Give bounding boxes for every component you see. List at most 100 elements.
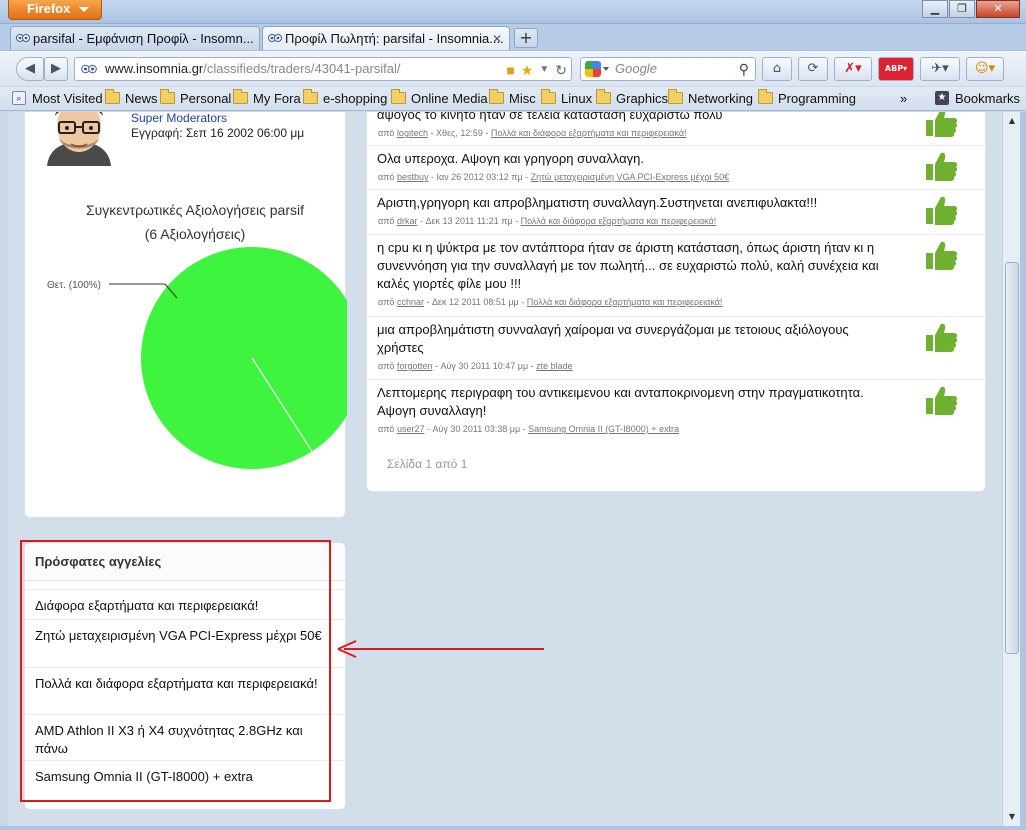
new-tab-button[interactable]: + xyxy=(514,28,538,48)
review-user-link[interactable]: forgotten xyxy=(397,361,433,371)
recent-ad-link[interactable]: Ζητώ μεταχειρισμένη VGA PCI-Express μέχρ… xyxy=(25,619,345,667)
pie-slice-label: Θετ. (100%) xyxy=(47,280,101,291)
firefox-menu-label: Firefox xyxy=(27,1,71,16)
search-bar[interactable]: Google ⚲ xyxy=(580,57,756,81)
extension-icon: ✈▾ xyxy=(931,61,949,76)
bookmark-folder-misc[interactable]: Misc xyxy=(489,89,536,107)
review-item-link[interactable]: zte blade xyxy=(536,361,573,371)
maximize-button[interactable]: ❐ xyxy=(949,0,975,18)
forward-button[interactable]: ▶ xyxy=(44,57,68,81)
bookmark-folder-personal[interactable]: Personal xyxy=(160,89,231,107)
folder-icon xyxy=(105,89,120,104)
ratings-pie-chart: Θετ. (100%) xyxy=(47,247,347,469)
bookmark-folder-linux[interactable]: Linux xyxy=(541,89,592,107)
recent-ad-link[interactable]: Διάφορα εξαρτήματα και περιφερειακά! xyxy=(25,589,345,619)
search-placeholder: Google xyxy=(615,61,657,76)
review-user-link[interactable]: user27 xyxy=(397,424,425,434)
recent-ad-label: Ζητώ μεταχειρισμένη VGA PCI-Express μέχρ… xyxy=(35,628,322,643)
bookmark-folder-online-media[interactable]: Online Media xyxy=(391,89,488,107)
review-user-link[interactable]: drkar xyxy=(397,216,418,226)
recent-ad-link[interactable]: Πολλά και διάφορα εξαρτήματα και περιφερ… xyxy=(25,667,345,714)
reload-icon[interactable]: ↻ xyxy=(555,59,567,81)
bookmark-label: e-shopping xyxy=(323,91,388,106)
review-user-link[interactable]: bestbuy xyxy=(397,172,429,182)
sync-button[interactable]: ⟳ xyxy=(798,57,828,81)
bookmark-label: Graphics xyxy=(616,91,669,106)
back-button[interactable]: ◀ xyxy=(16,57,44,81)
meta-prefix: από xyxy=(378,424,395,434)
extension-button[interactable]: ✈▾ xyxy=(920,57,960,81)
bookmark-folder-news[interactable]: News xyxy=(105,89,158,107)
folder-icon xyxy=(668,89,683,104)
meta-prefix: από xyxy=(378,297,395,307)
review-item-link[interactable]: Ζητώ μεταχειρισμένη VGA PCI-Express μέχρ… xyxy=(531,172,729,182)
recent-ad-label: Διάφορα εξαρτήματα και περιφερειακά! xyxy=(35,598,259,613)
bookmark-folder-networking[interactable]: Networking xyxy=(668,89,753,107)
bookmark-folder-my-fora[interactable]: My Fora xyxy=(233,89,301,107)
scrollbar-thumb[interactable] xyxy=(1005,262,1019,654)
scroll-up-icon[interactable]: ▲ xyxy=(1004,113,1020,129)
tab-profile-view[interactable]: parsifal - Εμφάνιση Προφίλ - Insomn... xyxy=(10,26,260,50)
recent-ads-title: Πρόσφατες αγγελίες xyxy=(35,554,162,569)
review-text: Λεπτομερης περιγραφη του αντικειμενου κα… xyxy=(377,385,864,418)
google-engine-icon[interactable] xyxy=(585,61,601,77)
review-item: Λεπτομερης περιγραφη του αντικειμενου κα… xyxy=(367,380,987,442)
review-item-link[interactable]: Πολλά και διάφορα εξαρτήματα και περιφερ… xyxy=(527,297,723,307)
vertical-scrollbar[interactable]: ▲ ▼ xyxy=(1002,112,1020,826)
close-tab-icon[interactable]: ✕ xyxy=(490,32,504,46)
minimize-button[interactable]: ▁ xyxy=(922,0,948,18)
thumbs-up-icon xyxy=(926,196,958,225)
no-script-icon: ✗▾ xyxy=(844,61,862,76)
bookmarks-menu-label: Bookmarks xyxy=(955,91,1021,106)
star-bookmark-icon[interactable]: ★ xyxy=(521,59,534,81)
firefox-menu-button[interactable]: Firefox xyxy=(8,0,102,20)
bookmark-most-visited[interactable]: ⌕ Most Visited xyxy=(12,91,103,107)
bookmark-folder-programming[interactable]: Programming xyxy=(758,89,857,107)
review-item-link[interactable]: Πολλά και διάφορα εξαρτήματα και περιφερ… xyxy=(491,128,687,138)
annotation-arrow-icon xyxy=(337,640,544,658)
review-date: Δεκ 12 2011 08:51 μμ xyxy=(431,297,519,307)
review-user-link[interactable]: cchnar xyxy=(397,297,424,307)
pagination-text: Σελίδα 1 από 1 xyxy=(387,457,468,471)
review-item: Ολα υπεροχα. Αψογη και γρηγορη συναλλαγη… xyxy=(367,146,987,190)
scroll-down-icon[interactable]: ▼ xyxy=(1004,809,1020,825)
url-bar[interactable]: www.insomnia.gr/classifieds/traders/4304… xyxy=(74,57,572,81)
review-item: Αριστη,γρηγορη και απροβληματιστη συναλλ… xyxy=(367,190,987,235)
folder-icon xyxy=(233,89,248,104)
home-button[interactable]: ⌂ xyxy=(762,57,792,81)
bookmarks-toolbar: ⌕ Most Visited News Personal My Fora e-s… xyxy=(0,87,1026,111)
close-window-button[interactable]: ✕ xyxy=(976,0,1020,18)
review-item-link[interactable]: Πολλά και διάφορα εξαρτήματα και περιφερ… xyxy=(521,216,717,226)
tab-seller-profile[interactable]: Προφίλ Πωλητή: parsifal - Insomnia.... ✕ xyxy=(262,26,510,50)
bookmarks-menu-button[interactable]: ★ Bookmarks xyxy=(935,91,1020,107)
most-visited-icon: ⌕ xyxy=(12,91,26,105)
folder-icon xyxy=(160,89,175,104)
recent-ad-link[interactable]: Samsung Omnia II (GT-I8000) + extra xyxy=(25,760,345,792)
script-block-button[interactable]: ✗▾ xyxy=(834,57,872,81)
review-user-link[interactable]: logitech xyxy=(397,128,428,138)
review-meta: από user27 - Αύγ 30 2011 03:38 μμ - Sams… xyxy=(378,424,679,434)
review-date: Αύγ 30 2011 10:47 μμ xyxy=(440,361,529,371)
engine-dropdown-icon[interactable] xyxy=(603,67,609,71)
tab-title: parsifal - Εμφάνιση Προφίλ - Insomn... xyxy=(33,31,254,46)
back-arrow-icon: ◀ xyxy=(25,61,35,76)
folder-icon xyxy=(489,89,504,104)
history-dropdown-icon[interactable]: ▼ xyxy=(539,59,549,81)
recent-ad-link[interactable]: AMD Athlon II X3 ή X4 συχνότητας 2.8GHz … xyxy=(25,714,345,760)
meta-prefix: από xyxy=(378,172,395,182)
bookmarks-overflow[interactable]: » xyxy=(900,91,918,107)
review-text: Αριστη,γρηγορη και απροβληματιστη συναλλ… xyxy=(377,195,818,210)
overflow-chevron-icon: » xyxy=(900,91,908,106)
greasemonkey-button[interactable]: ☺▾ xyxy=(966,57,1004,81)
review-meta: από forgotten - Αύγ 30 2011 10:47 μμ - z… xyxy=(378,361,573,371)
review-item-link[interactable]: Samsung Omnia II (GT-I8000) + extra xyxy=(528,424,679,434)
search-icon[interactable]: ⚲ xyxy=(739,58,749,80)
bookmark-folder-e-shopping[interactable]: e-shopping xyxy=(303,89,388,107)
feed-icon[interactable]: ■ xyxy=(506,59,514,81)
adblock-button[interactable]: ABP▾ xyxy=(878,57,914,81)
bookmark-label: Programming xyxy=(778,91,857,106)
bookmark-label: My Fora xyxy=(253,91,301,106)
bookmark-label: Misc xyxy=(509,91,536,106)
bookmark-folder-graphics[interactable]: Graphics xyxy=(596,89,669,107)
url-path: /classifieds/traders/43041-parsifal/ xyxy=(203,61,401,76)
